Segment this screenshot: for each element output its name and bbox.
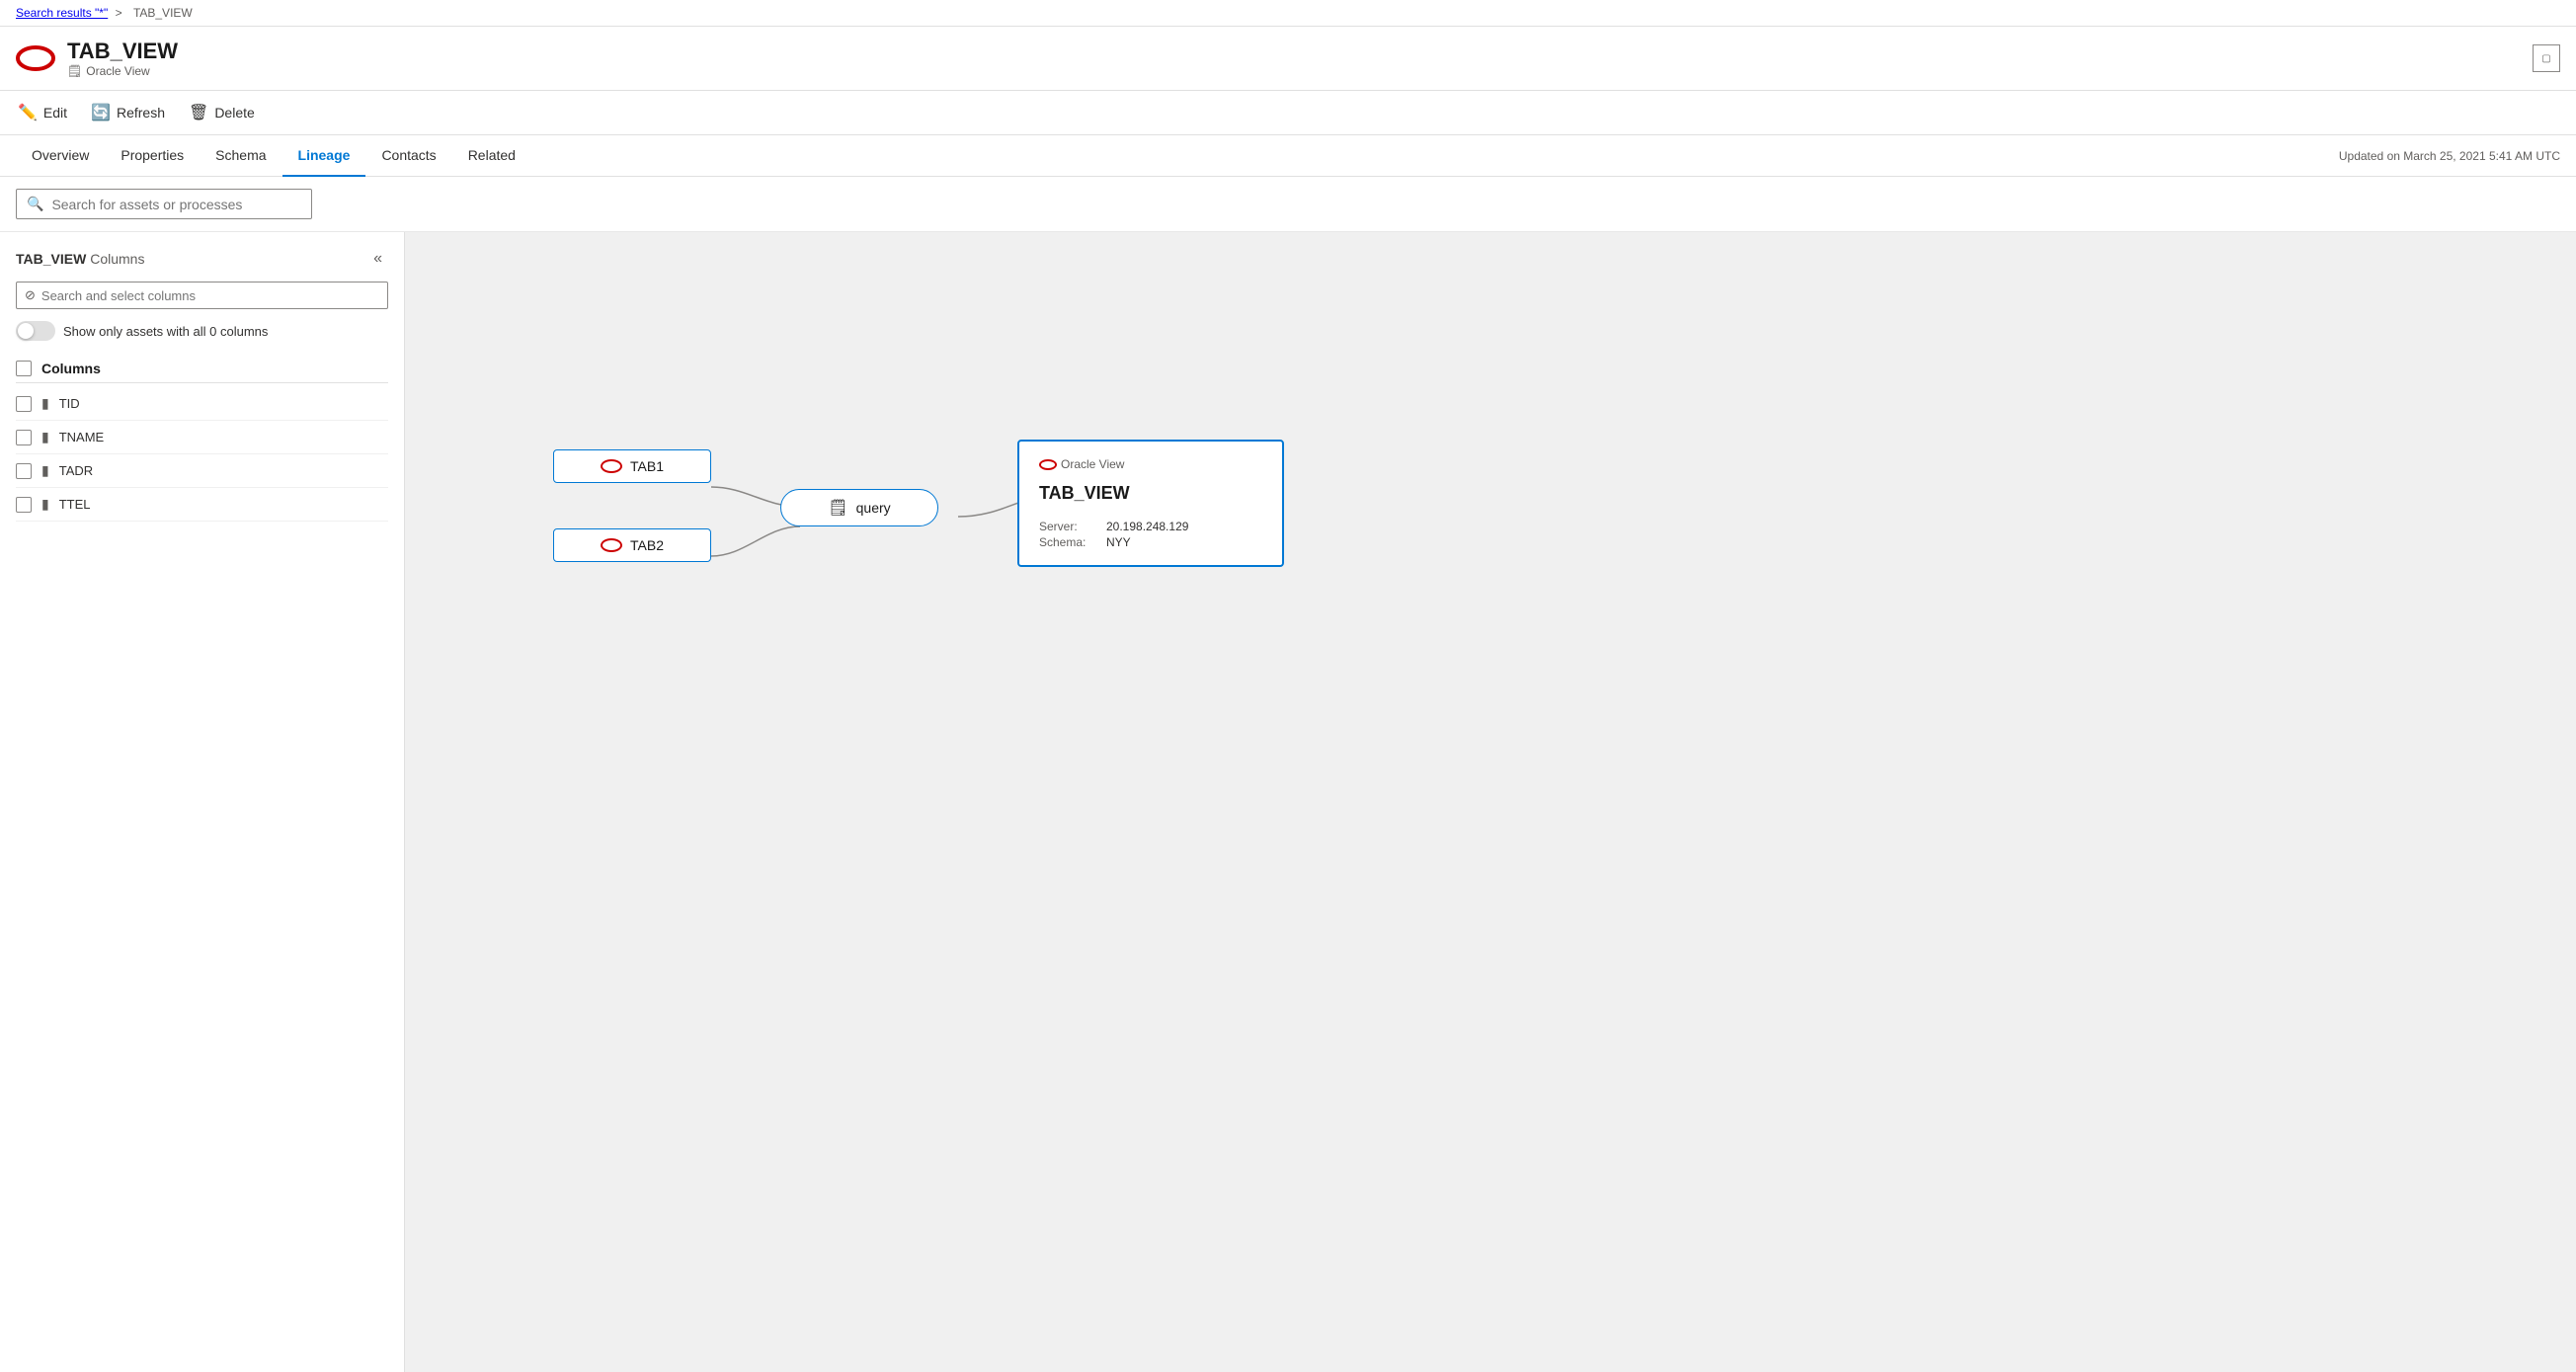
- tname-column-name: TNAME: [59, 430, 105, 444]
- breadcrumb: Search results "*" > TAB_VIEW: [0, 0, 2576, 27]
- panel-header: TAB_VIEW Columns «: [16, 248, 388, 270]
- tab2-oracle-icon: [601, 538, 622, 552]
- schema-value: NYY: [1106, 535, 1188, 549]
- columns-list-header: Columns: [16, 355, 388, 383]
- show-assets-toggle[interactable]: [16, 321, 55, 341]
- toggle-label: Show only assets with all 0 columns: [63, 324, 268, 339]
- tabview-title: TAB_VIEW: [1039, 483, 1130, 504]
- tabview-oracle-icon: [1039, 459, 1057, 470]
- tab1-oracle-icon: [601, 459, 622, 473]
- column-type-icon: ▮: [41, 429, 49, 445]
- lineage-canvas: TAB1 TAB2 🗒 query Oracle View TAB_VIEW S…: [405, 232, 2576, 1372]
- ttel-column-name: TTEL: [59, 497, 91, 512]
- breadcrumb-search-link[interactable]: Search results "*": [16, 6, 108, 20]
- tab-lineage[interactable]: Lineage: [282, 135, 366, 177]
- list-item: ▮ TID: [16, 387, 388, 421]
- list-item: ▮ TTEL: [16, 488, 388, 522]
- breadcrumb-separator: >: [116, 6, 122, 20]
- main-content: TAB_VIEW Columns « ⊘ Show only assets wi…: [0, 232, 2576, 1372]
- search-icon: 🔍: [27, 196, 43, 212]
- subtitle-icon: 🗒: [67, 64, 82, 78]
- refresh-label: Refresh: [117, 105, 165, 121]
- query-node[interactable]: 🗒 query: [780, 489, 938, 526]
- column-search-input[interactable]: [41, 288, 379, 303]
- oracle-logo-icon: [16, 39, 55, 78]
- page-subtitle: 🗒 Oracle View: [67, 64, 178, 78]
- toolbar: ✏️ Edit 🔄 Refresh 🗑 Delete: [0, 91, 2576, 135]
- page-header: TAB_VIEW 🗒 Oracle View ▢: [0, 27, 2576, 91]
- tab2-label: TAB2: [630, 537, 664, 553]
- refresh-icon: 🔄: [91, 103, 111, 122]
- tab-related[interactable]: Related: [452, 135, 531, 177]
- panel-title-bold: TAB_VIEW: [16, 251, 86, 267]
- subtitle-text: Oracle View: [86, 64, 149, 78]
- tab2-node[interactable]: TAB2: [553, 528, 711, 562]
- delete-button[interactable]: 🗑 Delete: [187, 99, 257, 126]
- tname-checkbox[interactable]: [16, 430, 32, 445]
- schema-label: Schema:: [1039, 535, 1098, 549]
- toggle-row: Show only assets with all 0 columns: [16, 321, 388, 341]
- delete-label: Delete: [214, 105, 254, 121]
- search-bar-container: 🔍: [0, 177, 2576, 232]
- edit-button[interactable]: ✏️ Edit: [16, 99, 69, 126]
- column-search-bar[interactable]: ⊘: [16, 282, 388, 309]
- list-item: ▮ TADR: [16, 454, 388, 488]
- panel-title-normal: Columns: [90, 251, 144, 267]
- tid-checkbox[interactable]: [16, 396, 32, 412]
- panel-title: TAB_VIEW Columns: [16, 251, 144, 267]
- updated-timestamp: Updated on March 25, 2021 5:41 AM UTC: [2339, 149, 2560, 163]
- filter-icon: ⊘: [25, 287, 36, 303]
- tabview-type: Oracle View: [1039, 457, 1124, 471]
- left-panel: TAB_VIEW Columns « ⊘ Show only assets wi…: [0, 232, 405, 1372]
- list-item: ▮ TNAME: [16, 421, 388, 454]
- tab-contacts[interactable]: Contacts: [365, 135, 451, 177]
- page-title: TAB_VIEW: [67, 39, 178, 64]
- search-assets-input[interactable]: [51, 197, 301, 212]
- tabview-node[interactable]: Oracle View TAB_VIEW Server: 20.198.248.…: [1017, 440, 1284, 567]
- ttel-checkbox[interactable]: [16, 497, 32, 513]
- column-type-icon: ▮: [41, 395, 49, 412]
- columns-header-label: Columns: [41, 361, 101, 376]
- collapse-panel-button[interactable]: «: [367, 248, 388, 270]
- tab-bar: Overview Properties Schema Lineage Conta…: [0, 135, 2576, 177]
- tid-column-name: TID: [59, 396, 80, 411]
- tab1-node[interactable]: TAB1: [553, 449, 711, 483]
- tabview-type-label: Oracle View: [1061, 457, 1124, 471]
- edit-label: Edit: [43, 105, 67, 121]
- lineage-arrows-svg: [405, 232, 2576, 1372]
- tab-overview[interactable]: Overview: [16, 135, 105, 177]
- tadr-checkbox[interactable]: [16, 463, 32, 479]
- breadcrumb-current: TAB_VIEW: [133, 6, 193, 20]
- tadr-column-name: TADR: [59, 463, 93, 478]
- edit-icon: ✏️: [18, 103, 38, 122]
- column-type-icon: ▮: [41, 462, 49, 479]
- refresh-button[interactable]: 🔄 Refresh: [89, 99, 167, 126]
- server-value: 20.198.248.129: [1106, 520, 1188, 533]
- query-icon: 🗒: [828, 498, 847, 518]
- column-type-icon: ▮: [41, 496, 49, 513]
- delete-icon: 🗑: [189, 103, 208, 122]
- tabview-meta: Server: 20.198.248.129 Schema: NYY: [1039, 520, 1188, 549]
- header-title-block: TAB_VIEW 🗒 Oracle View: [67, 39, 178, 78]
- select-all-checkbox[interactable]: [16, 361, 32, 376]
- tab-schema[interactable]: Schema: [200, 135, 282, 177]
- search-assets-bar[interactable]: 🔍: [16, 189, 312, 219]
- server-label: Server:: [1039, 520, 1098, 533]
- query-label: query: [856, 500, 891, 516]
- expand-button[interactable]: ▢: [2533, 44, 2560, 72]
- tab1-label: TAB1: [630, 458, 664, 474]
- tab-properties[interactable]: Properties: [105, 135, 200, 177]
